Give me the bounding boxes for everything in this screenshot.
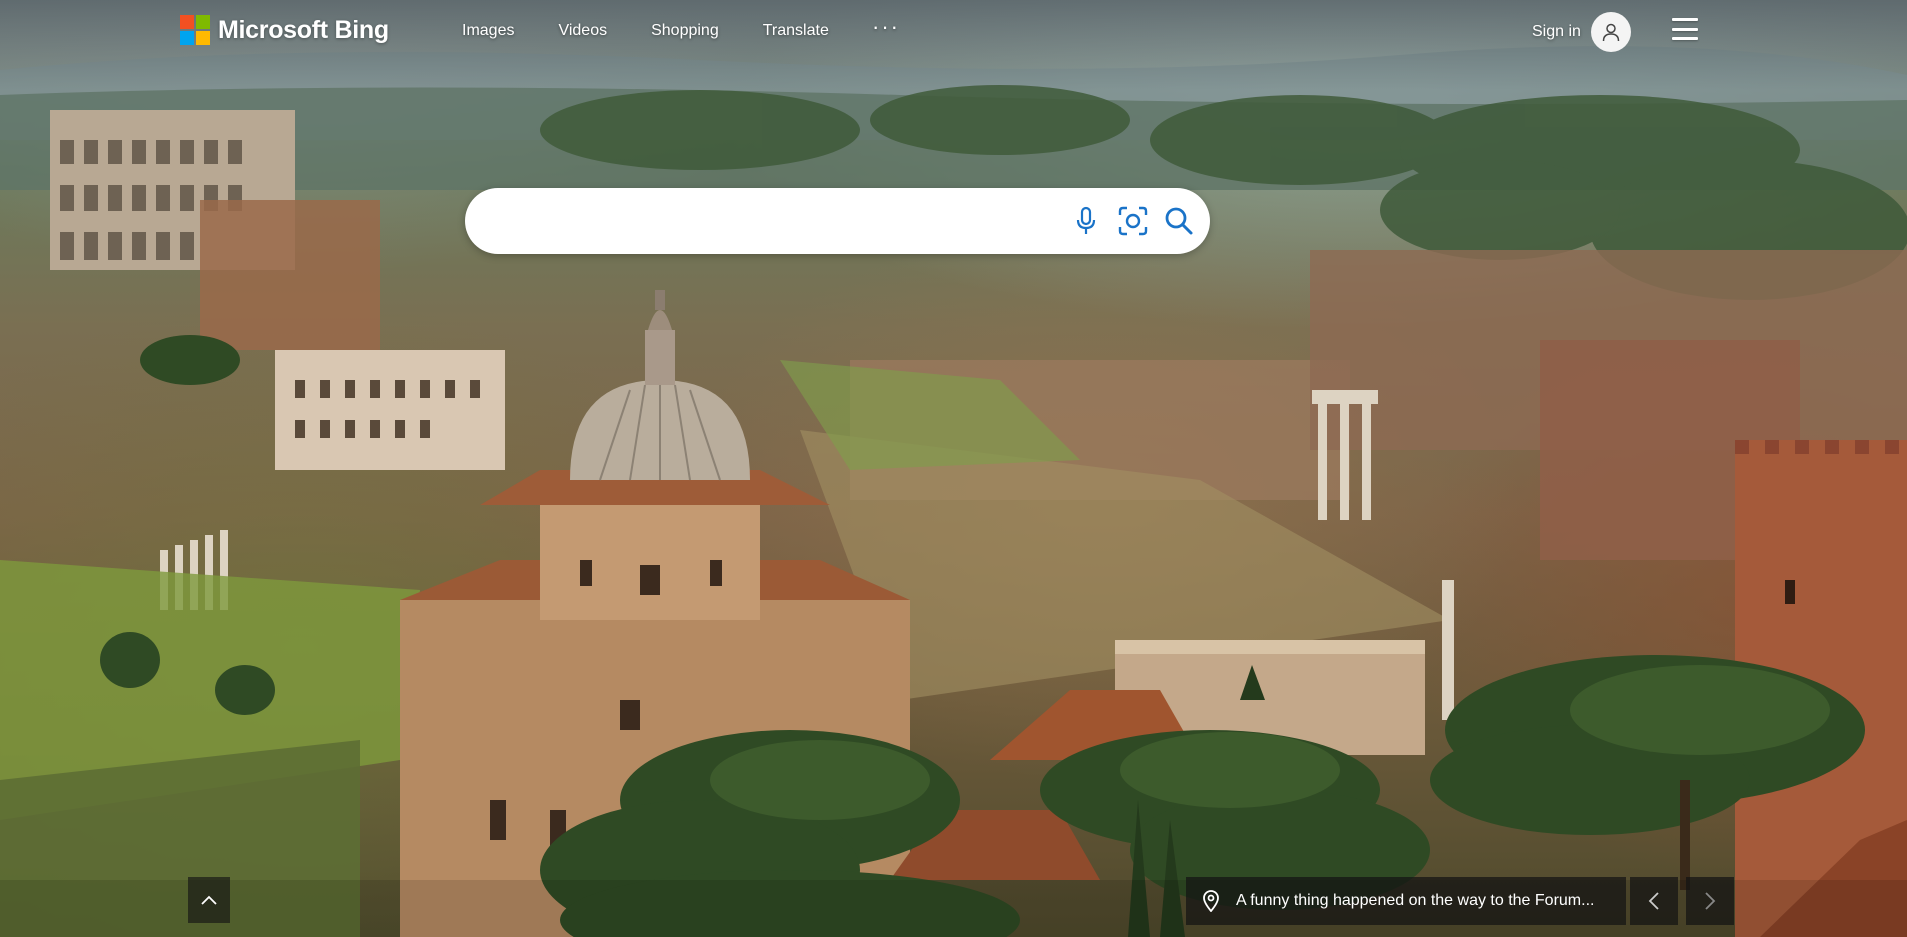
logo-square-yellow — [196, 31, 210, 45]
top-nav: Images Videos Shopping Translate — [462, 22, 873, 40]
sign-in-button[interactable]: Sign in — [1532, 12, 1631, 52]
image-caption-text: A funny thing happened on the way to the… — [1236, 892, 1595, 909]
microsoft-logo-icon — [180, 15, 210, 45]
background-image — [0, 0, 1907, 937]
next-image-button[interactable] — [1686, 877, 1734, 925]
search-box — [465, 188, 1210, 254]
person-icon — [1602, 23, 1620, 42]
top-header: Microsoft Bing Images Videos Shopping Tr… — [0, 0, 1907, 64]
brand-name: Microsoft Bing — [218, 15, 389, 44]
logo-square-green — [196, 15, 210, 29]
microphone-icon — [1076, 206, 1096, 234]
voice-search-button[interactable] — [1068, 203, 1104, 239]
nav-translate[interactable]: Translate — [763, 22, 829, 40]
bing-logo-link[interactable]: Microsoft Bing — [180, 15, 389, 45]
image-caption-link[interactable]: A funny thing happened on the way to the… — [1186, 877, 1626, 925]
previous-image-button[interactable] — [1630, 877, 1678, 925]
nav-shopping[interactable]: Shopping — [651, 22, 719, 40]
chevron-up-icon — [201, 895, 217, 905]
search-button[interactable] — [1161, 203, 1197, 239]
chevron-left-icon — [1648, 892, 1659, 910]
avatar[interactable] — [1590, 12, 1631, 52]
more-menu-button[interactable]: ··· — [872, 14, 900, 40]
search-icon — [1165, 207, 1193, 235]
bing-homepage: Microsoft Bing Images Videos Shopping Tr… — [0, 0, 1907, 937]
logo-square-blue — [180, 31, 194, 45]
hamburger-line — [1672, 27, 1698, 31]
hamburger-menu-button[interactable] — [1672, 18, 1698, 40]
nav-images[interactable]: Images — [462, 22, 514, 40]
visual-search-button[interactable] — [1115, 203, 1151, 239]
hamburger-line — [1672, 18, 1698, 21]
sign-in-label: Sign in — [1532, 23, 1581, 40]
visual-search-icon — [1118, 206, 1148, 236]
nav-videos[interactable]: Videos — [558, 22, 607, 40]
map-pin-icon — [1202, 890, 1220, 912]
logo-square-red — [180, 15, 194, 29]
hamburger-line — [1672, 37, 1698, 40]
chevron-right-icon — [1705, 892, 1716, 910]
search-input[interactable] — [495, 202, 1059, 242]
scroll-up-button[interactable] — [188, 877, 230, 923]
